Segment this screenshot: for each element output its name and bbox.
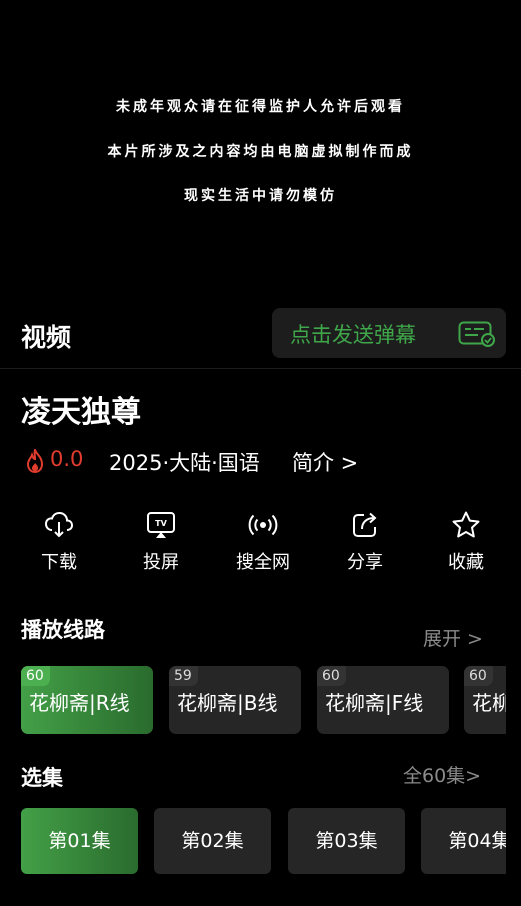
episode-button[interactable]: 第01集	[21, 808, 138, 874]
intro-link[interactable]: 简介 >	[292, 447, 358, 477]
line-chip-4[interactable]: 60 花柳斋	[464, 666, 506, 734]
line-label: 花柳斋|R线	[29, 691, 130, 715]
play-lines-list: 60 花柳斋|R线 59 花柳斋|B线 60 花柳斋|F线 60 花柳斋	[21, 666, 506, 736]
year-region-language: 2025·大陆·国语	[109, 451, 260, 475]
line-label: 花柳斋|B线	[177, 691, 278, 715]
action-bar: 下载 TV 投屏 搜全网 分享 收藏	[0, 510, 521, 580]
video-player[interactable]: 未成年观众请在征得监护人允许后观看 本片所涉及之内容均由电脑虚拟制作而成 现实生…	[0, 0, 521, 292]
episode-button[interactable]: 第04集	[421, 808, 506, 874]
favorite-button[interactable]: 收藏	[426, 510, 506, 574]
video-title: 凌天独尊	[21, 395, 141, 430]
danmu-icon	[458, 321, 495, 347]
line-episode-count: 60	[21, 666, 50, 686]
line-chip-r[interactable]: 60 花柳斋|R线	[21, 666, 153, 734]
video-meta: 0.0 2025·大陆·国语 简介 >	[21, 447, 501, 477]
cast-button[interactable]: TV 投屏	[121, 510, 201, 574]
send-danmu-button[interactable]: 点击发送弹幕	[272, 308, 506, 358]
cast-label: 投屏	[143, 552, 179, 573]
episode-button[interactable]: 第03集	[288, 808, 405, 874]
share-icon	[353, 512, 377, 537]
star-icon	[452, 511, 480, 538]
tv-cast-icon: TV	[147, 512, 175, 538]
virtual-content-notice: 本片所涉及之内容均由电脑虚拟制作而成	[107, 144, 414, 160]
tab-bar: 视频 点击发送弹幕	[0, 306, 521, 369]
download-icon	[44, 511, 74, 538]
play-lines-title: 播放线路	[21, 618, 105, 642]
share-button[interactable]: 分享	[325, 510, 405, 574]
episode-list: 第01集 第02集 第03集 第04集	[21, 808, 506, 876]
line-episode-count: 60	[317, 666, 346, 686]
search-web-button[interactable]: 搜全网	[223, 510, 303, 574]
line-label: 花柳斋	[472, 691, 506, 715]
search-web-label: 搜全网	[236, 552, 290, 573]
favorite-label: 收藏	[448, 552, 484, 573]
send-danmu-label: 点击发送弹幕	[290, 323, 416, 347]
tab-video[interactable]: 视频	[21, 318, 71, 354]
episode-button[interactable]: 第02集	[154, 808, 271, 874]
age-notice: 未成年观众请在征得监护人允许后观看	[116, 99, 405, 115]
video-detail-page: 未成年观众请在征得监护人允许后观看 本片所涉及之内容均由电脑虚拟制作而成 现实生…	[0, 0, 521, 906]
rating-score: 0.0	[50, 447, 84, 471]
share-label: 分享	[347, 552, 383, 573]
line-chip-b[interactable]: 59 花柳斋|B线	[169, 666, 301, 734]
imitation-warning: 现实生活中请勿模仿	[184, 188, 337, 204]
line-chip-f[interactable]: 60 花柳斋|F线	[317, 666, 449, 734]
download-label: 下载	[41, 552, 77, 573]
line-label: 花柳斋|F线	[325, 691, 424, 715]
episodes-title: 选集	[21, 766, 63, 790]
line-episode-count: 59	[169, 666, 198, 686]
svg-text:TV: TV	[155, 519, 167, 528]
all-episodes-link[interactable]: 全60集>	[403, 761, 481, 788]
download-button[interactable]: 下载	[19, 510, 99, 574]
expand-lines-link[interactable]: 展开 >	[423, 624, 483, 651]
broadcast-icon	[248, 514, 278, 536]
line-episode-count: 60	[464, 666, 493, 686]
fire-icon	[26, 449, 44, 473]
